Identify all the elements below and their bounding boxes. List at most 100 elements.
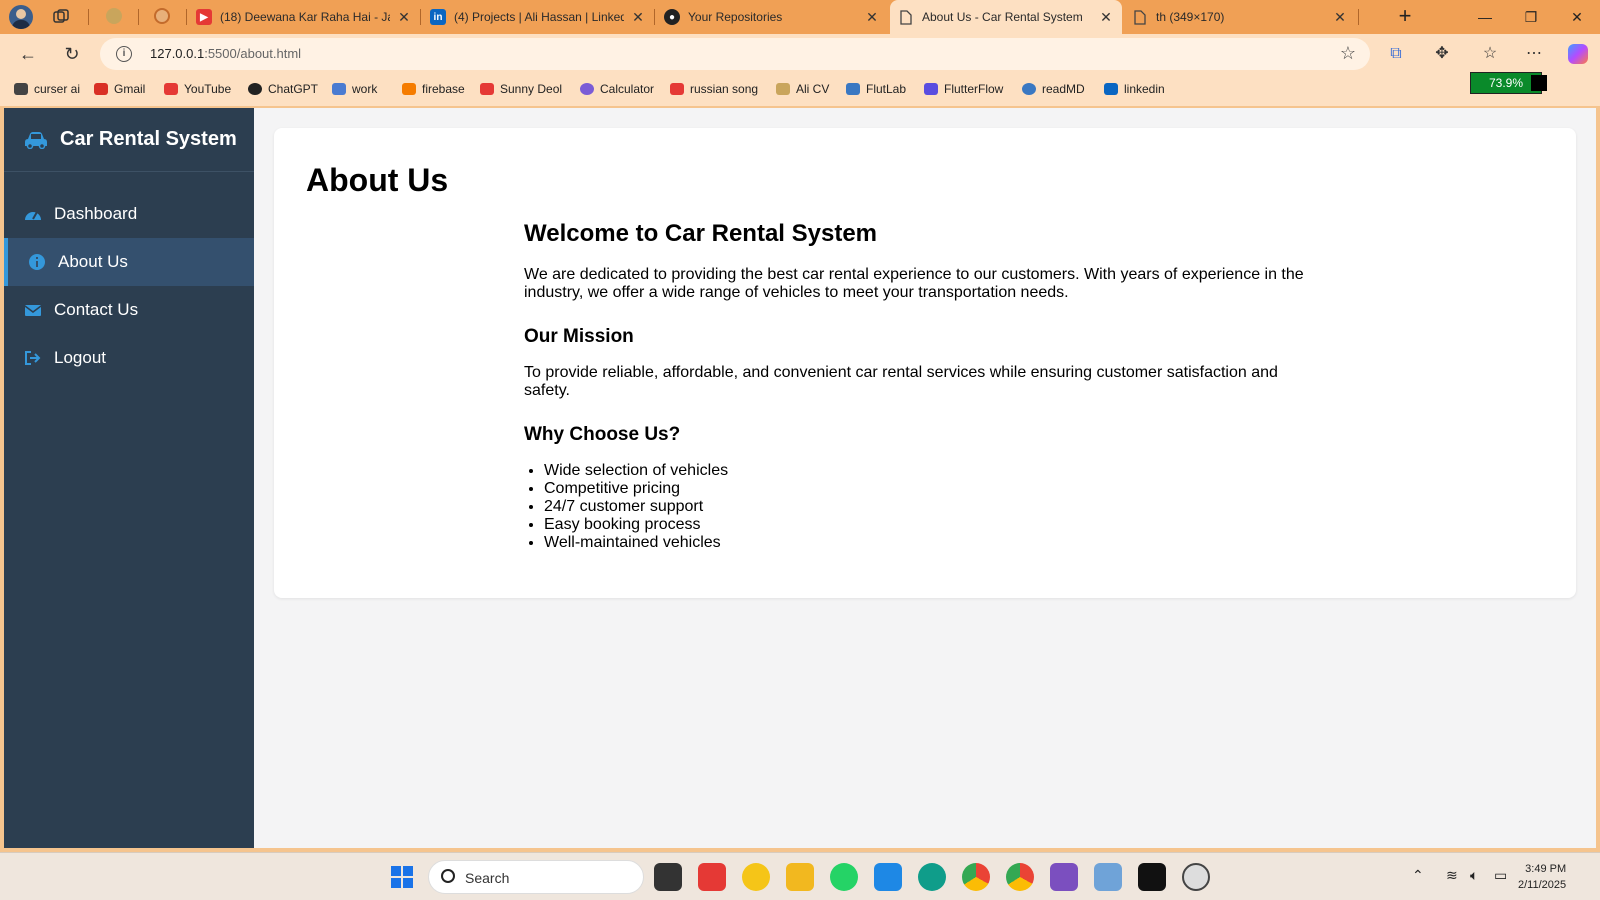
tray-chevron-icon[interactable]: ⌃ — [1412, 867, 1424, 884]
task-view-icon[interactable] — [654, 863, 682, 891]
minimize-button[interactable]: — — [1462, 0, 1508, 34]
page-icon — [898, 9, 914, 25]
vscode-icon[interactable] — [874, 863, 902, 891]
start-icon[interactable] — [388, 863, 416, 891]
linkedin-icon: in — [430, 9, 446, 25]
windows-taskbar: Search ⌃ ≋ 🔈︎ ▭ 3:49 PM 2/11/2025 — [0, 852, 1600, 900]
bookmark-label: readMD — [1042, 82, 1085, 96]
dashboard-icon — [25, 211, 41, 220]
bookmark-work[interactable]: work — [332, 82, 377, 96]
close-tab-icon[interactable]: ✕ — [864, 9, 880, 26]
tab-pinned-1[interactable] — [106, 8, 124, 26]
bookmark-readmd[interactable]: readMD — [1022, 82, 1085, 96]
info-icon — [29, 254, 45, 270]
new-tab-button[interactable]: + — [1392, 4, 1418, 30]
taskbar-clock[interactable]: 3:49 PM 2/11/2025 — [1518, 861, 1566, 893]
linkedin-icon — [1104, 83, 1118, 95]
wifi-icon[interactable]: ≋ — [1446, 867, 1458, 884]
youtube-icon — [164, 83, 178, 95]
close-tab-icon[interactable]: ✕ — [1098, 9, 1114, 26]
sidebar-item-dashboard[interactable]: Dashboard — [4, 190, 254, 238]
bookmark-label: Ali CV — [796, 82, 830, 96]
restore-button[interactable]: ❐ — [1508, 0, 1554, 34]
sidebar-item-about-us[interactable]: About Us — [4, 238, 254, 286]
bookmark-flutterflow[interactable]: FlutterFlow — [924, 82, 1003, 96]
bookmark-sunny-deol[interactable]: Sunny Deol — [480, 82, 562, 96]
list-item: Easy booking process — [544, 516, 1314, 534]
cv-icon — [776, 83, 790, 95]
app-yellow-icon[interactable] — [742, 863, 770, 891]
url-path: :5500/about.html — [204, 46, 302, 61]
whatsapp-icon[interactable] — [830, 863, 858, 891]
brand-title: Car Rental System — [60, 128, 237, 150]
tab-linkedin[interactable]: in (4) Projects | Ali Hassan | LinkedIn … — [422, 0, 654, 34]
tab-github[interactable]: ● Your Repositories ✕ — [656, 0, 888, 34]
youtube-icon — [670, 83, 684, 95]
edge-icon[interactable] — [918, 863, 946, 891]
why-choose-heading: Why Choose Us? — [524, 424, 681, 445]
workspaces-icon[interactable] — [52, 8, 70, 26]
url-text[interactable]: 127.0.0.1:5500/about.html — [150, 46, 301, 61]
intro-paragraph: We are dedicated to providing the best c… — [524, 266, 1304, 301]
file-explorer-icon[interactable] — [786, 863, 814, 891]
reload-icon[interactable]: ↻ — [60, 42, 84, 66]
bookmark-linkedin[interactable]: linkedin — [1104, 82, 1165, 96]
back-icon[interactable]: ← — [16, 42, 40, 66]
bookmark-ali-cv[interactable]: Ali CV — [776, 82, 829, 96]
tab-image[interactable]: th (349×170) ✕ — [1124, 0, 1356, 34]
bookmark-star-icon[interactable]: ☆ — [1340, 43, 1356, 64]
gmail-icon — [94, 83, 108, 95]
bookmark-gmail[interactable]: Gmail — [94, 82, 145, 96]
copilot-icon[interactable] — [1566, 42, 1590, 66]
tab-title: About Us - Car Rental System — [922, 10, 1083, 24]
bookmark-label: ChatGPT — [268, 82, 319, 96]
page-viewport: Car Rental System Dashboard About Us Con… — [4, 108, 1596, 848]
bookmark-chatgpt[interactable]: ChatGPT — [248, 82, 318, 96]
extensions-icon[interactable]: ✥ — [1430, 42, 1454, 66]
bookmark-firebase[interactable]: firebase — [402, 82, 465, 96]
close-window-button[interactable]: ✕ — [1554, 0, 1600, 34]
bookmark-label: FlutterFlow — [944, 82, 1004, 96]
close-tab-icon[interactable]: ✕ — [1332, 9, 1348, 26]
translate-icon[interactable]: ⧉ — [1384, 42, 1408, 66]
bookmark-flutlab[interactable]: FlutLab — [846, 82, 906, 96]
anydesk-icon[interactable] — [698, 863, 726, 891]
tab-youtube[interactable]: ▶ (18) Deewana Kar Raha Hai - Jave ✕ — [188, 0, 420, 34]
tab-pinned-2[interactable] — [154, 8, 172, 26]
bookmark-curser-ai[interactable]: curser ai — [14, 82, 80, 96]
visual-studio-icon[interactable] — [1050, 863, 1078, 891]
sidebar-brand[interactable]: Car Rental System — [4, 108, 254, 172]
sidebar-item-label: About Us — [58, 252, 128, 271]
sidebar-item-logout[interactable]: Logout — [4, 334, 254, 382]
bookmark-russian-song[interactable]: russian song — [670, 82, 758, 96]
capcut-icon[interactable] — [1138, 863, 1166, 891]
profile-avatar[interactable] — [9, 5, 33, 29]
site-info-icon[interactable]: i — [116, 46, 132, 62]
favorites-icon[interactable]: ☆ — [1478, 42, 1502, 66]
bookmark-youtube[interactable]: YouTube — [164, 82, 231, 96]
url-input[interactable]: i 127.0.0.1:5500/about.html ☆ — [100, 38, 1370, 70]
page-icon — [1132, 9, 1148, 25]
tab-about-us[interactable]: About Us - Car Rental System ✕ — [890, 0, 1122, 34]
about-content: Welcome to Car Rental System We are dedi… — [524, 220, 1314, 552]
more-menu-icon[interactable]: ⋯ — [1522, 42, 1546, 66]
chrome-icon[interactable] — [962, 863, 990, 891]
close-tab-icon[interactable]: ✕ — [396, 9, 412, 26]
bookmarks-bar: curser ai Gmail YouTube ChatGPT work fir… — [0, 74, 1600, 106]
github-icon: ● — [664, 9, 680, 25]
chrome-profile-icon[interactable] — [1006, 863, 1034, 891]
sidebar-item-contact-us[interactable]: Contact Us — [4, 286, 254, 334]
bookmark-calculator[interactable]: Calculator — [580, 82, 654, 96]
battery-icon[interactable]: ▭ — [1494, 867, 1507, 884]
sidebar-item-label: Contact Us — [54, 300, 139, 319]
mission-paragraph: To provide reliable, affordable, and con… — [524, 364, 1278, 399]
battery-indicator: 73.9% — [1470, 72, 1547, 94]
photos-icon[interactable] — [1094, 863, 1122, 891]
youtube-icon — [480, 83, 494, 95]
bookmark-label: linkedin — [1124, 82, 1165, 96]
volume-icon[interactable]: 🔈︎ — [1470, 867, 1478, 884]
clock-app-icon[interactable] — [1182, 863, 1210, 891]
close-tab-icon[interactable]: ✕ — [630, 9, 646, 26]
address-bar: ← ↻ i 127.0.0.1:5500/about.html ☆ ⧉ ✥ ☆ … — [0, 34, 1600, 74]
taskbar-search[interactable]: Search — [428, 860, 644, 894]
